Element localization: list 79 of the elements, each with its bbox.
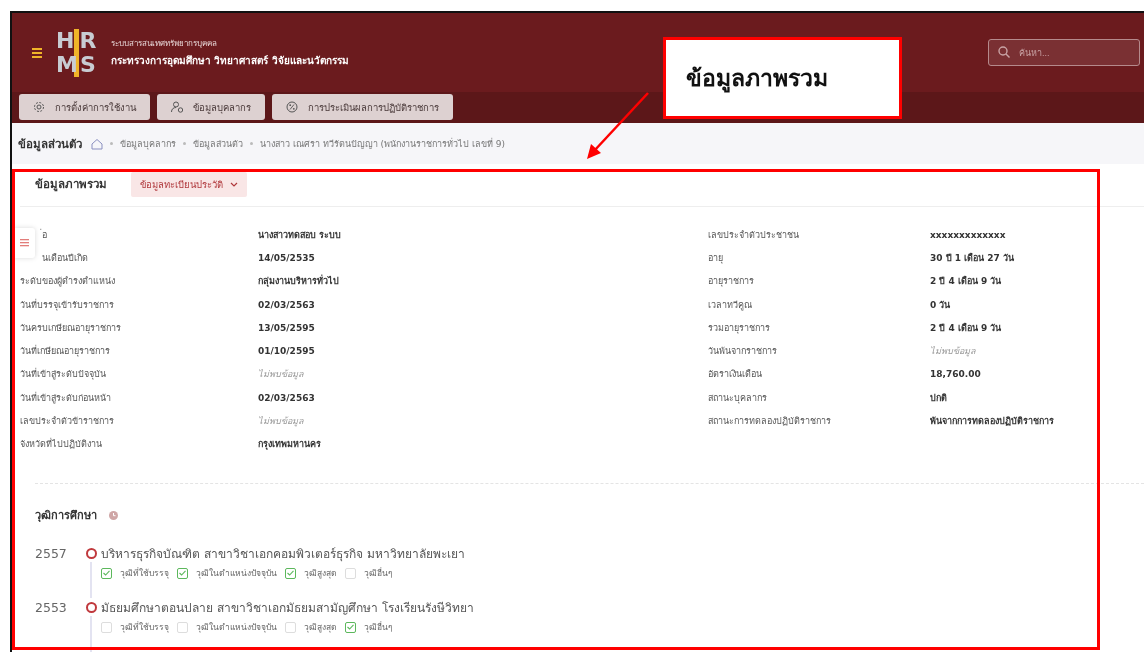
field-label: นเดือนปีเกิด xyxy=(42,251,88,265)
field-value: 2 ปี 4 เดือน 9 วัน xyxy=(930,321,1002,335)
percent-badge-icon xyxy=(286,101,298,114)
field-value: 01/10/2595 xyxy=(258,346,315,357)
timeline-marker xyxy=(85,602,97,613)
checkbox-label: วุฒิในตำแหน่งปัจจุบัน xyxy=(196,567,277,580)
section-title: วุฒิการศึกษา xyxy=(35,508,97,524)
breadcrumb-link[interactable]: ข้อมูลส่วนตัว xyxy=(193,136,243,151)
field-label: ระดับของผู้ดำรงตำแหน่ง xyxy=(20,275,115,289)
education-year: 2557 xyxy=(35,545,68,563)
field-label: ่อ xyxy=(42,228,47,242)
field-value: 14/05/2535 xyxy=(258,252,315,263)
checkbox-label: วุฒิที่ใช้บรรจุ xyxy=(120,566,169,580)
clock-icon xyxy=(109,510,118,520)
field-label: สถานะการทดลองปฏิบัติราชการ xyxy=(708,415,831,429)
checkbox[interactable] xyxy=(177,567,188,579)
person-gear-icon xyxy=(171,101,183,114)
field-value: กรุงเทพมหานคร xyxy=(258,438,321,452)
nav-tab[interactable]: ข้อมูลบุคลากร xyxy=(157,94,265,121)
field-label: วันพ้นจากราชการ xyxy=(708,345,777,359)
education-degree: มัธยมศึกษาตอนปลาย สาขาวิชาเอกมัธยมสามัญศึกษา โรงเรียนรังษีวิทยา xyxy=(100,600,475,617)
side-menu-button[interactable] xyxy=(14,228,35,259)
section-tab[interactable]: ข้อมูลทะเบียนประวัติ xyxy=(131,171,247,197)
field-label: สถานะบุคลากร xyxy=(708,391,767,405)
search-icon xyxy=(998,46,1010,59)
field-value: xxxxxxxxxxxxx xyxy=(930,229,1006,240)
menu-icon[interactable] xyxy=(32,47,42,58)
field-value: 02/03/2563 xyxy=(258,392,315,403)
field-label: วันครบเกษียณอายุราชการ xyxy=(20,321,121,335)
field-label: อายุราชการ xyxy=(708,275,754,289)
menu-icon xyxy=(20,238,29,249)
field-label: เลขประจำตัวข้าราชการ xyxy=(20,415,114,429)
field-label: รวมอายุราชการ xyxy=(708,321,770,335)
field-label: วันที่บรรจุเข้ารับราชการ xyxy=(20,298,114,312)
checkbox-label: วุฒิสูงสุด xyxy=(304,567,337,580)
page-title: ข้อมูลส่วนตัว xyxy=(18,135,82,153)
checkbox[interactable] xyxy=(101,567,112,579)
home-icon xyxy=(91,137,103,150)
education-degree: บริหารธุรกิจบัณฑิต สาขาวิชาเอกคอมพิวเตอร์ธุรกิจ มหาวิทยาลัยพะเยา xyxy=(100,546,466,564)
field-label: วันที่เกษียณอายุราชการ xyxy=(20,344,110,359)
field-value: 2 ปี 4 เดือน 9 วัน xyxy=(930,274,1002,289)
field-label: อายุ xyxy=(708,251,723,265)
field-value: ปกติ xyxy=(930,391,947,405)
checkbox-label: วุฒิอื่นๆ xyxy=(364,620,393,634)
checkbox-label: วุฒิสูงสุด xyxy=(304,621,337,634)
section-tab[interactable]: ข้อมูลภาพรวม xyxy=(35,171,107,197)
breadcrumb-link[interactable]: ข้อมูลบุคลากร xyxy=(120,136,176,151)
timeline-marker xyxy=(85,548,97,559)
checkbox[interactable] xyxy=(285,567,296,579)
logo-letter: H xyxy=(56,28,74,53)
system-subtitle: ระบบสารสนเทศทรัพยากรบุคคล xyxy=(111,38,218,51)
nav-tab[interactable]: การตั้งค่าการใช้งาน xyxy=(19,94,150,121)
logo-letter: S xyxy=(79,52,97,77)
field-label: อัตราเงินเดือน xyxy=(708,368,762,382)
nav-tab[interactable]: การประเมินผลการปฏิบัติราชการ xyxy=(272,94,453,121)
education-year: 2553 xyxy=(35,599,68,617)
checkbox-label: วุฒิอื่นๆ xyxy=(364,566,393,580)
checkbox-label: วุฒิที่ใช้บรรจุ xyxy=(120,620,169,634)
callout-label: ข้อมูลภาพรวม xyxy=(663,37,902,119)
field-value: 02/03/2563 xyxy=(258,299,315,310)
field-value: กลุ่มงานบริหารทั่วไป xyxy=(258,274,339,289)
checkbox-label: วุฒิในตำแหน่งปัจจุบัน xyxy=(196,621,277,634)
field-label: เวลาทวีคูณ xyxy=(708,298,752,312)
field-value: 30 ปี 1 เดือน 27 วัน xyxy=(930,251,1014,265)
logo-letter: R xyxy=(79,28,97,53)
search-field[interactable]: ค้นหา... xyxy=(988,39,1140,67)
field-value: นางสาวทดสอบ ระบบ xyxy=(258,228,342,242)
field-value: 18,760.00 xyxy=(930,369,981,380)
field-value: 0 วัน xyxy=(930,298,951,312)
breadcrumb-link[interactable]: นางสาว เณศรา ทวีรัตนปัญญา (พนักงานราชการทั่วไป เลขที่ 9) xyxy=(260,136,506,151)
field-value: พ้นจากการทดลองปฏิบัติราชการ xyxy=(930,415,1054,429)
settings-icon xyxy=(33,101,45,114)
field-label: จังหวัดที่ไปปฏิบัติงาน xyxy=(20,437,102,452)
field-label: เลขประจำตัวประชาชน xyxy=(708,228,799,242)
field-label: วันที่เข้าสู่ระดับก่อนหน้า xyxy=(20,391,111,405)
ministry-title: กระทรวงการอุดมศึกษา วิทยาศาสตร์ วิจัยและนวัตกรรม xyxy=(111,54,349,69)
field-label: วันที่เข้าสู่ระดับปัจจุบัน xyxy=(20,367,106,382)
checkbox[interactable] xyxy=(345,621,356,633)
field-value: 13/05/2595 xyxy=(258,322,315,333)
